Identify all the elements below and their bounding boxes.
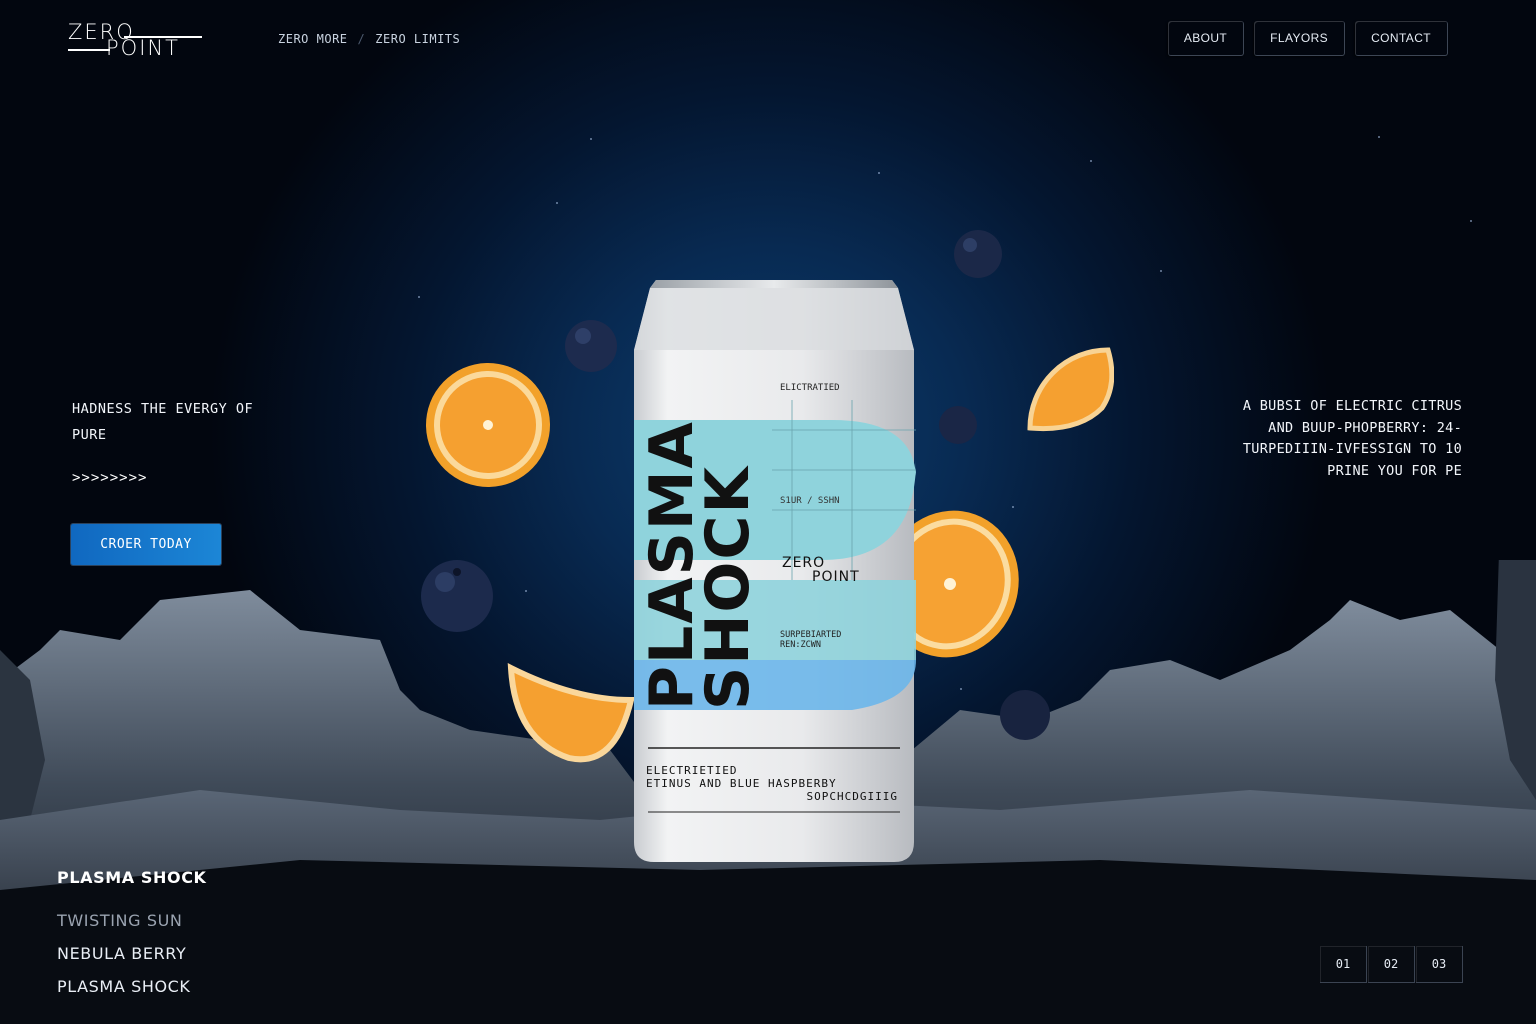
hero-desc-line: AND BUUP-PHOPBERRY: 24-: [1268, 419, 1462, 436]
tagline: ZERO MORE / ZERO LIMITS: [278, 32, 460, 46]
can-label-small: SURPEBIARTED REN:ZCWN: [780, 630, 841, 650]
hero-desc-line: TURPEDIIIN-IVFESSIGN TO 10: [1242, 441, 1462, 457]
order-today-button[interactable]: CROER TODAY: [71, 524, 221, 565]
tagline-separator: /: [357, 32, 366, 46]
slide-pager: 01 02 03: [1320, 946, 1464, 983]
hero-desc-line: A BUBSI OF ELECTRIC CITRUS: [1242, 398, 1462, 414]
hero-intro-line1: HADNESS THE EVERGY OF: [72, 401, 254, 417]
blueberry: [1000, 690, 1050, 740]
brand-logo[interactable]: ZERO POINT: [68, 20, 208, 60]
can-label-small1: SURPEBIARTED: [780, 630, 842, 640]
can-name-line2: SHOCK: [693, 465, 763, 710]
nav-about[interactable]: ABOUT: [1167, 21, 1245, 56]
can-desc-line1: ELECTRIETIED: [646, 764, 738, 777]
hero-intro: HADNESS THE EVERGY OF PURE: [72, 396, 272, 448]
nav-contact[interactable]: CONTACT: [1355, 21, 1448, 56]
blueberry: [939, 406, 977, 444]
orange-slice: [507, 663, 635, 763]
flavor-item-plasma-shock[interactable]: PLASMA SHOCK: [57, 977, 207, 996]
blueberry: [565, 320, 617, 372]
flavor-item-twisting-sun[interactable]: TWISTING SUN: [57, 911, 207, 930]
hero-description: A BUBSI OF ELECTRIC CITRUS AND BUUP-PHOP…: [1202, 396, 1462, 482]
brand-logo-line2: POINT: [106, 36, 180, 60]
tagline-part2: ZERO LIMITS: [375, 32, 461, 46]
can-label-top: ELICTRATIED: [780, 383, 840, 393]
logo-rule: [68, 49, 110, 51]
orange-slice: [426, 363, 550, 487]
blueberry: [421, 560, 493, 632]
page-button-01[interactable]: 01: [1320, 946, 1367, 983]
flavor-list: PLASMA SHOCK TWISTING SUN NEBULA BERRY P…: [57, 868, 207, 1010]
orange-slice: [1027, 347, 1114, 432]
tagline-part1: ZERO MORE: [278, 32, 348, 46]
flavor-item-nebula-berry[interactable]: NEBULA BERRY: [57, 944, 207, 963]
can-desc-line2: ETINUS AND BLUE HASPBERBY: [646, 777, 837, 790]
can-logo: ZERO POINT: [782, 556, 860, 584]
hero-intro-line2: PURE: [72, 427, 107, 443]
product-can[interactable]: PLASMA SHOCK ELICTRATIED S1UR / SSHN ZER…: [632, 280, 916, 862]
page-button-02[interactable]: 02: [1368, 946, 1415, 983]
nav-flavors[interactable]: FLAYORS: [1254, 21, 1346, 56]
can-desc-line3: SOPCHCDGIIIG: [806, 790, 898, 803]
can-logo-line2: POINT: [812, 569, 860, 585]
can-description: ELECTRIETIED ETINUS AND BLUE HASPBERBY S…: [646, 764, 898, 803]
page-button-03[interactable]: 03: [1416, 946, 1463, 983]
can-logo-line1: ZERO: [782, 555, 826, 571]
hero-desc-line: PRINE YOU FOR PE: [1327, 462, 1462, 479]
blueberry: [954, 230, 1002, 278]
can-name: PLASMA SHOCK: [637, 420, 763, 710]
can-label-small2: REN:ZCWN: [780, 640, 821, 650]
can-name-line1: PLASMA: [637, 420, 707, 710]
top-nav: ABOUT FLAYORS CONTACT: [1167, 21, 1448, 56]
arrows-decoration: >>>>>>>>: [72, 470, 148, 486]
current-flavor: PLASMA SHOCK: [57, 868, 207, 887]
can-label-mid: S1UR / SSHN: [780, 496, 840, 506]
